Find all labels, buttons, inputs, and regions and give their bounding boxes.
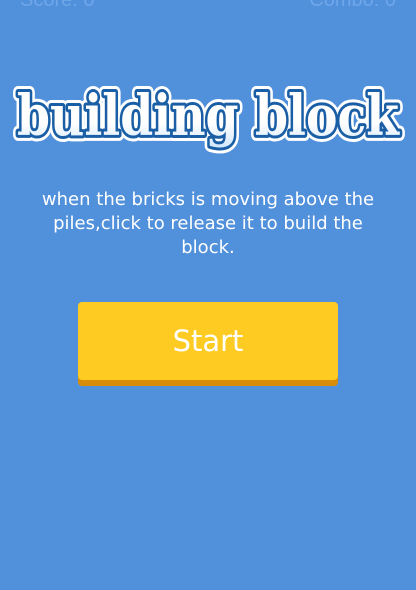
score-label: Score: 0 [20,0,95,11]
game-title-logo: building block building block building b… [0,70,416,170]
combo-label: Combo: 0 [309,0,396,11]
instructions-text: when the bricks is moving above the pile… [41,189,375,258]
title-text: building block [17,83,400,149]
hud-bar: Score: 0 Combo: 0 [0,0,416,13]
start-button-label: Start [172,324,244,358]
start-button[interactable]: Start [78,302,338,380]
